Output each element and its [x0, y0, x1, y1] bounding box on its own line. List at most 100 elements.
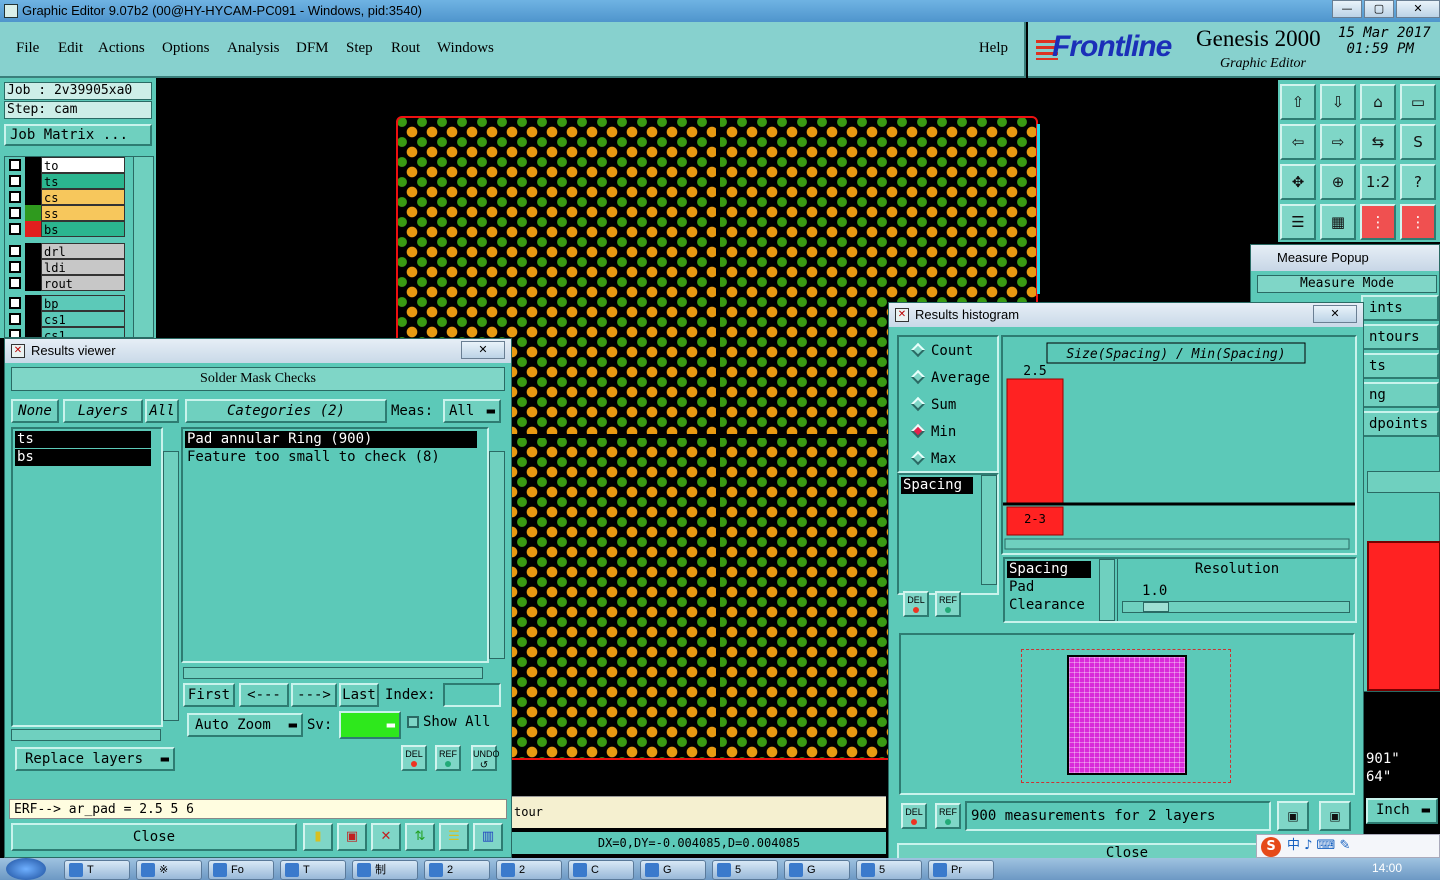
replace-layers-selector[interactable]: Replace layers ▬ [15, 747, 175, 771]
tool-button-1-0[interactable]: ⇦ [1280, 124, 1316, 160]
tool-button-1-2[interactable]: ⇆ [1360, 124, 1396, 160]
taskbar-item[interactable]: T [280, 860, 346, 880]
category-item[interactable]: Pad annular Ring (900) [185, 431, 477, 448]
next-button[interactable]: ---> [291, 683, 337, 707]
layer-swatch[interactable] [25, 221, 41, 237]
layer-swatch[interactable] [25, 275, 41, 291]
layer-name[interactable]: rout [41, 275, 125, 291]
layers-button[interactable]: Layers [63, 399, 143, 423]
layer-swatch[interactable] [25, 327, 41, 337]
layer-row-ss[interactable]: ss [7, 205, 127, 221]
field-item-pad[interactable]: Pad [1007, 579, 1034, 596]
auto-zoom-selector[interactable]: Auto Zoom ▬ [187, 713, 303, 737]
measure-option-endpoints[interactable]: dpoints [1361, 411, 1439, 437]
categories-scrollbar[interactable] [489, 451, 505, 659]
taskbar-item[interactable]: G [640, 860, 706, 880]
layer-row-to[interactable]: to [7, 157, 127, 173]
layer-swatch[interactable] [25, 243, 41, 259]
layer-swatch[interactable] [25, 311, 41, 327]
slider-thumb[interactable] [1143, 602, 1169, 612]
resolution-slider[interactable] [1122, 601, 1350, 613]
categories-hscrollbar[interactable] [183, 667, 483, 679]
viewer-tool-icon-5[interactable]: ▥ [473, 823, 503, 851]
unit-selector[interactable]: Inch ▬ [1366, 798, 1438, 824]
meas-selector[interactable]: All ▬ [443, 399, 501, 423]
menu-edit[interactable]: Edit [58, 40, 83, 57]
layer-checkbox[interactable] [9, 191, 21, 203]
layer-swatch[interactable] [25, 205, 41, 221]
taskbar-item[interactable]: Pr [928, 860, 994, 880]
viewer-ref-button[interactable]: REF [435, 745, 461, 771]
layer-item-bs[interactable]: bs [15, 449, 151, 466]
layer-checkbox[interactable] [9, 313, 21, 325]
layer-checkbox[interactable] [9, 297, 21, 309]
layer-name[interactable]: cs1 [41, 327, 125, 337]
viewer-close-footer-button[interactable]: Close [11, 823, 297, 851]
layer-swatch[interactable] [25, 295, 41, 311]
stat-radio-max[interactable]: Max [910, 450, 956, 467]
prev-button[interactable]: <--- [239, 683, 289, 707]
stat-radio-min[interactable]: Min [910, 423, 956, 440]
taskbar-item[interactable]: Fo [208, 860, 274, 880]
layer-name[interactable]: ts [41, 173, 125, 189]
layer-row-bs[interactable]: bs [7, 221, 127, 237]
start-button[interactable] [6, 858, 46, 880]
layer-name[interactable]: bs [41, 221, 125, 237]
stat-radio-average[interactable]: Average [910, 369, 990, 386]
close-button[interactable]: ✕ [1396, 0, 1440, 18]
index-input[interactable] [443, 683, 501, 707]
histogram-close-button[interactable]: ✕ [1313, 305, 1357, 323]
preview-board-thumbnail[interactable] [1067, 655, 1187, 775]
menu-windows[interactable]: Windows [437, 40, 494, 57]
layer-name[interactable]: ldi [41, 259, 125, 275]
tool-button-0-0[interactable]: ⇧ [1280, 84, 1316, 120]
field-item-clearance[interactable]: Clearance [1007, 597, 1085, 614]
stat-radio-count[interactable]: Count [910, 342, 973, 359]
histogram-ref-button[interactable]: REF [935, 803, 961, 829]
stat-radio-sum[interactable]: Sum [910, 396, 956, 413]
menu-step[interactable]: Step [346, 40, 373, 57]
taskbar-item[interactable]: C [568, 860, 634, 880]
minimize-button[interactable]: — [1332, 0, 1362, 18]
layer-checkbox[interactable] [9, 223, 21, 235]
layers-hscrollbar[interactable] [11, 729, 161, 741]
layer-checkbox[interactable] [9, 159, 21, 171]
layer-row-bp[interactable]: bp [7, 295, 127, 311]
categories-button[interactable]: Categories (2) [185, 399, 387, 423]
sv-color-selector[interactable]: ▬ [339, 711, 401, 739]
menu-dfm[interactable]: DFM [296, 40, 329, 57]
ime-toolbar[interactable]: S 中 ♪ ⌨ ✎ [1256, 834, 1440, 858]
tool-button-3-3[interactable]: ⋮ [1400, 204, 1436, 240]
field-item-spacing[interactable]: Spacing [1007, 561, 1091, 578]
tool-button-0-2[interactable]: ⌂ [1360, 84, 1396, 120]
tool-button-2-3[interactable]: ? [1400, 164, 1436, 200]
list-item[interactable]: Spacing [901, 477, 973, 494]
tool-button-1-3[interactable]: S [1400, 124, 1436, 160]
tool-button-0-1[interactable]: ⇩ [1320, 84, 1356, 120]
layer-row-cs1[interactable]: cs1 [7, 327, 127, 337]
measure-option-contours[interactable]: ntours [1361, 324, 1439, 350]
tool-button-2-2[interactable]: 1:2 [1360, 164, 1396, 200]
layer-row-rout[interactable]: rout [7, 275, 127, 291]
layer-list-scrollbar[interactable] [133, 157, 153, 337]
layer-swatch[interactable] [25, 259, 41, 275]
menu-analysis[interactable]: Analysis [227, 40, 280, 57]
layer-swatch[interactable] [25, 157, 41, 173]
tool-button-2-1[interactable]: ⊕ [1320, 164, 1356, 200]
all-button[interactable]: All [145, 399, 179, 423]
layer-checkbox[interactable] [9, 261, 21, 273]
undo-button[interactable]: UNDO ↺ [471, 745, 500, 771]
viewer-del-button[interactable]: DEL [401, 745, 427, 771]
layer-checkbox[interactable] [9, 175, 21, 187]
layer-checkbox[interactable] [9, 245, 21, 257]
histogram-del-button[interactable]: DEL [901, 803, 927, 829]
measure-field[interactable] [1367, 471, 1440, 493]
first-button[interactable]: First [183, 683, 235, 707]
taskbar-item[interactable]: 2 [424, 860, 490, 880]
layer-checkbox[interactable] [9, 277, 21, 289]
viewer-tool-icon-1[interactable]: ▣ [337, 823, 367, 851]
taskbar-item[interactable]: ※ [136, 860, 202, 880]
layer-name[interactable]: drl [41, 243, 125, 259]
layer-name[interactable]: to [41, 157, 125, 173]
viewer-tool-icon-0[interactable]: ▮ [303, 823, 333, 851]
